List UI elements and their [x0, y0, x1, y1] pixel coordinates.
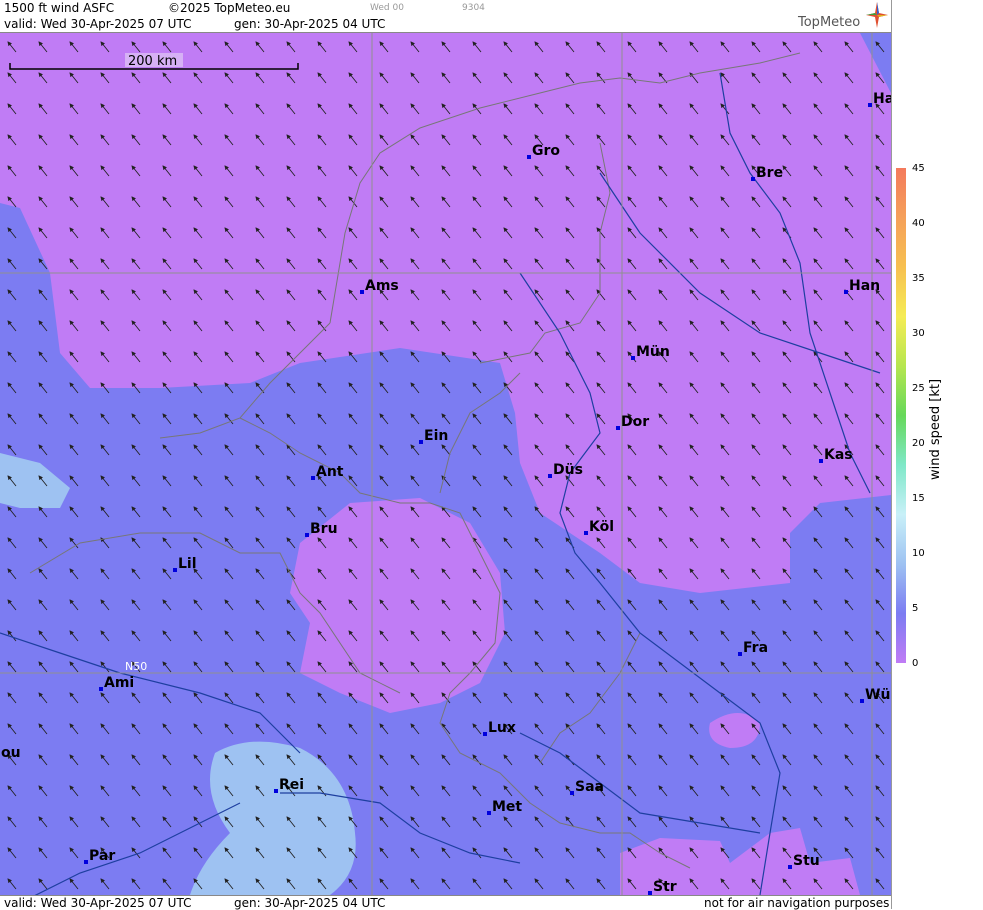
city-label: Ami [104, 675, 134, 691]
city-marker: Str [648, 879, 677, 895]
product-title: 1500 ft wind ASFC [4, 1, 115, 15]
city-dot [487, 811, 491, 815]
city-dot [527, 155, 531, 159]
legend-tick: 35 [912, 273, 925, 284]
city-dot [483, 732, 487, 736]
city-marker: Ams [360, 278, 399, 294]
city-label: Par [89, 848, 115, 864]
city-marker: Kas [819, 447, 853, 463]
city-dot [419, 440, 423, 444]
footer-disclaimer: not for air navigation purposes [704, 896, 890, 910]
city-dot [570, 791, 574, 795]
city-label: Düs [553, 462, 583, 478]
legend-tick: 15 [912, 493, 925, 504]
city-marker: Han [844, 278, 880, 294]
copyright-text: ©2025 TopMeteo.eu [168, 1, 291, 15]
city-dot [738, 652, 742, 656]
footer-bar: valid: Wed 30-Apr-2025 07 UTC gen: 30-Ap… [0, 895, 891, 910]
city-marker: Par [84, 848, 115, 864]
city-marker: Dor [616, 414, 649, 430]
footer-valid-time: valid: Wed 30-Apr-2025 07 UTC [4, 896, 192, 910]
compass-logo-icon [866, 2, 888, 28]
generated-time: gen: 30-Apr-2025 04 UTC [234, 17, 386, 31]
city-marker: Gro [527, 143, 560, 159]
city-label: Stu [793, 853, 820, 869]
day-code: Wed 00 [370, 3, 404, 13]
city-dot [860, 699, 864, 703]
legend-tick: 25 [912, 383, 925, 394]
city-marker: Bru [305, 521, 338, 537]
city-dot [360, 290, 364, 294]
city-label: Kas [824, 447, 853, 463]
city-dot [844, 290, 848, 294]
city-marker: Saa [570, 779, 604, 795]
footer-generated-time: gen: 30-Apr-2025 04 UTC [234, 896, 386, 910]
city-dot [99, 687, 103, 691]
city-dot [788, 865, 792, 869]
legend-title: wind speed [kt] [928, 378, 943, 480]
city-dot [84, 860, 88, 864]
city-label: Gro [532, 143, 560, 159]
city-label: Lil [178, 556, 197, 572]
city-label: Ein [424, 428, 448, 444]
legend-tick: 30 [912, 328, 925, 339]
legend-tick: 10 [912, 548, 925, 559]
city-label: Han [849, 278, 880, 294]
city-marker: Ant [311, 464, 344, 480]
legend-color-bar [896, 168, 906, 663]
city-dot [274, 789, 278, 793]
wind-map[interactable]: N50 200 km Gro Bre Ha Ams Han Mün Ein Dor Ant Düs… [0, 33, 891, 895]
city-label: ou [1, 745, 21, 761]
city-marker: Ein [419, 428, 448, 444]
legend-tick: 0 [912, 658, 919, 669]
city-label: Wü [865, 687, 890, 703]
city-label: Bre [756, 165, 783, 181]
city-label: Bru [310, 521, 338, 537]
city-marker: Rei [274, 777, 304, 793]
latitude-label: N50 [125, 660, 147, 673]
city-label: Saa [575, 779, 604, 795]
legend-tick: 40 [912, 218, 925, 229]
city-dot [819, 459, 823, 463]
city-marker: Stu [788, 853, 820, 869]
city-dot [548, 474, 552, 478]
city-dot [311, 476, 315, 480]
city-marker: Fra [738, 640, 768, 656]
city-marker: ou [1, 745, 21, 761]
city-dot [173, 568, 177, 572]
city-label: Ams [365, 278, 399, 294]
city-dot [751, 177, 755, 181]
city-dot [868, 103, 872, 107]
legend-tick: 45 [912, 163, 925, 174]
city-marker: Wü [860, 687, 890, 703]
city-dot [584, 531, 588, 535]
city-marker: Lux [483, 720, 516, 736]
scale-bar-label: 200 km [128, 54, 177, 69]
legend-tick: 5 [912, 603, 919, 614]
run-code: 9304 [462, 3, 485, 13]
city-label: Ant [316, 464, 344, 480]
city-dot [305, 533, 309, 537]
city-label: Str [653, 879, 677, 895]
city-marker: Köl [584, 519, 614, 535]
city-label: Mün [636, 344, 670, 360]
city-marker: Mün [631, 344, 670, 360]
city-label: Ha [873, 91, 891, 107]
city-label: Dor [621, 414, 649, 430]
brand-name: TopMeteo [798, 15, 861, 30]
header-bar: 1500 ft wind ASFC ©2025 TopMeteo.eu Wed … [0, 0, 891, 33]
city-label: Köl [589, 519, 614, 535]
city-dot [616, 426, 620, 430]
city-marker: Ami [99, 675, 134, 691]
city-label: Rei [279, 777, 304, 793]
city-label: Lux [488, 720, 516, 736]
city-marker: Bre [751, 165, 783, 181]
city-label: Met [492, 799, 522, 815]
city-label: Fra [743, 640, 768, 656]
city-marker: Met [487, 799, 522, 815]
valid-time: valid: Wed 30-Apr-2025 07 UTC [4, 17, 192, 31]
city-marker: Düs [548, 462, 583, 478]
city-dot [631, 356, 635, 360]
legend-tick: 20 [912, 438, 925, 449]
